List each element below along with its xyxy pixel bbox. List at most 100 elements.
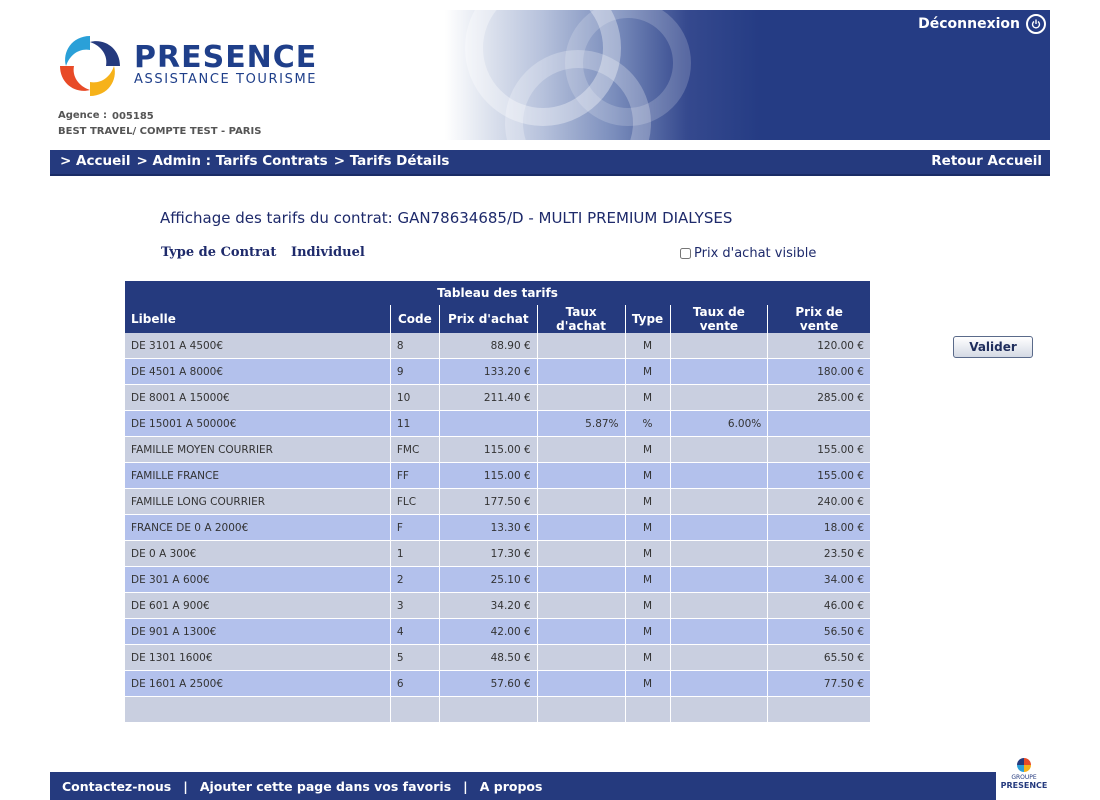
- cell-libelle: DE 1601 A 2500€: [125, 670, 391, 697]
- cell-purchase-price: 211.40 €: [439, 384, 538, 411]
- cell-libelle: [125, 696, 391, 723]
- cell-purchase-rate: [537, 592, 626, 619]
- cell-libelle: FAMILLE MOYEN COURRIER: [125, 436, 391, 463]
- group-logo-icon: [1017, 758, 1031, 772]
- brand-subtitle: ASSISTANCE TOURISME: [134, 72, 318, 87]
- cell-purchase-rate: [537, 670, 626, 697]
- cell-purchase-rate: [537, 514, 626, 541]
- cell-code: FLC: [390, 488, 440, 515]
- column-header-purchase-price: Prix d'achat: [439, 305, 538, 333]
- cell-purchase-rate: [537, 540, 626, 567]
- header: PRESENCE ASSISTANCE TOURISME Agence : 00…: [50, 10, 1050, 140]
- cell-type: M: [625, 462, 671, 489]
- cell-sale-price: [767, 410, 871, 437]
- cell-purchase-rate: [537, 358, 626, 385]
- breadcrumb-home[interactable]: > Accueil: [60, 153, 131, 169]
- cell-type: M: [625, 566, 671, 593]
- column-header-libelle: Libelle: [125, 305, 391, 333]
- cell-sale-rate: [670, 696, 769, 723]
- cell-sale-price: 155.00 €: [767, 462, 871, 489]
- cell-purchase-price: 13.30 €: [439, 514, 538, 541]
- cell-sale-price: 155.00 €: [767, 436, 871, 463]
- cell-type: M: [625, 333, 671, 359]
- cell-sale-rate: [670, 462, 769, 489]
- cell-code: 11: [390, 410, 440, 437]
- table-row: FRANCE DE 0 A 2000€ F 13.30 € M 18.00 €: [125, 514, 871, 541]
- cell-libelle: DE 15001 A 50000€: [125, 410, 391, 437]
- breadcrumb-details[interactable]: > Tarifs Détails: [334, 153, 450, 169]
- cell-purchase-price: [439, 696, 538, 723]
- cell-sale-rate: [670, 358, 769, 385]
- cell-type: [625, 696, 671, 723]
- group-presence-logo: GROUPE PRESENCE: [998, 758, 1050, 798]
- footer-link-favorites[interactable]: Ajouter cette page dans vos favoris: [200, 779, 451, 794]
- logout-button[interactable]: Déconnexion: [918, 14, 1046, 34]
- footer-link-contact[interactable]: Contactez-nous: [62, 779, 171, 794]
- cell-sale-rate: [670, 333, 769, 359]
- cell-purchase-price: 42.00 €: [439, 618, 538, 645]
- cell-sale-price: 77.50 €: [767, 670, 871, 697]
- table-row: DE 1301 1600€ 5 48.50 € M 65.50 €: [125, 644, 871, 671]
- cell-purchase-price: 34.20 €: [439, 592, 538, 619]
- cell-code: 3: [390, 592, 440, 619]
- table-body: DE 3101 A 4500€ 8 88.90 € M 120.00 € DE 4501 …: [125, 333, 871, 723]
- cell-purchase-rate: [537, 566, 626, 593]
- cell-code: FF: [390, 462, 440, 489]
- cell-purchase-rate: [537, 644, 626, 671]
- cell-code: [390, 696, 440, 723]
- footer: Contactez-nous | Ajouter cette page dans…: [50, 772, 996, 800]
- cell-code: 10: [390, 384, 440, 411]
- cell-type: %: [625, 410, 671, 437]
- cell-sale-rate: [670, 488, 769, 515]
- cell-type: M: [625, 644, 671, 671]
- cell-type: M: [625, 514, 671, 541]
- cell-sale-price: 65.50 €: [767, 644, 871, 671]
- cell-purchase-rate: [537, 384, 626, 411]
- cell-purchase-rate: [537, 436, 626, 463]
- cell-sale-price: [767, 696, 871, 723]
- presence-logo-icon: [60, 36, 120, 96]
- footer-link-about[interactable]: A propos: [480, 779, 543, 794]
- cell-code: 5: [390, 644, 440, 671]
- cell-sale-rate: [670, 618, 769, 645]
- cell-purchase-rate: [537, 488, 626, 515]
- agency-code: 005185: [112, 111, 154, 122]
- contract-type-value: Individuel: [291, 245, 365, 260]
- footer-separator: |: [463, 779, 468, 794]
- cell-sale-rate: [670, 384, 769, 411]
- footer-links: Contactez-nous | Ajouter cette page dans…: [62, 779, 542, 794]
- page-title: Affichage des tarifs du contrat: GAN7863…: [160, 209, 733, 227]
- cell-code: 6: [390, 670, 440, 697]
- cell-purchase-price: 88.90 €: [439, 333, 538, 359]
- cell-type: M: [625, 540, 671, 567]
- cell-sale-price: 34.00 €: [767, 566, 871, 593]
- cell-purchase-price: 48.50 €: [439, 644, 538, 671]
- table-row: FAMILLE LONG COURRIER FLC 177.50 € M 240.00 …: [125, 488, 871, 515]
- cell-purchase-price: 25.10 €: [439, 566, 538, 593]
- brand-name: PRESENCE: [134, 40, 318, 75]
- table-row: DE 8001 A 15000€ 10 211.40 € M 285.00 €: [125, 384, 871, 411]
- cell-sale-price: 120.00 €: [767, 333, 871, 359]
- cell-sale-rate: [670, 644, 769, 671]
- cell-libelle: DE 4501 A 8000€: [125, 358, 391, 385]
- group-logo-name: PRESENCE: [1000, 781, 1048, 790]
- group-logo-label: GROUPE: [1011, 774, 1037, 781]
- price-visible-checkbox[interactable]: [680, 248, 691, 259]
- table-row: DE 901 A 1300€ 4 42.00 € M 56.50 €: [125, 618, 871, 645]
- price-visible-toggle[interactable]: Prix d'achat visible: [680, 246, 816, 261]
- cell-purchase-price: 115.00 €: [439, 436, 538, 463]
- cell-purchase-price: 57.60 €: [439, 670, 538, 697]
- cell-sale-rate: [670, 540, 769, 567]
- breadcrumb-admin[interactable]: > Admin : Tarifs Contrats: [137, 153, 328, 169]
- cell-purchase-rate: 5.87%: [537, 410, 626, 437]
- back-home-link[interactable]: Retour Accueil: [931, 153, 1042, 169]
- table-row: FAMILLE MOYEN COURRIER FMC 115.00 € M 155.00…: [125, 436, 871, 463]
- price-visible-label: Prix d'achat visible: [694, 246, 817, 261]
- cell-type: M: [625, 592, 671, 619]
- table-row: DE 0 A 300€ 1 17.30 € M 23.50 €: [125, 540, 871, 567]
- cell-type: M: [625, 358, 671, 385]
- cell-purchase-price: 177.50 €: [439, 488, 538, 515]
- validate-button[interactable]: Valider: [953, 336, 1033, 358]
- cell-sale-rate: [670, 670, 769, 697]
- cell-sale-price: 46.00 €: [767, 592, 871, 619]
